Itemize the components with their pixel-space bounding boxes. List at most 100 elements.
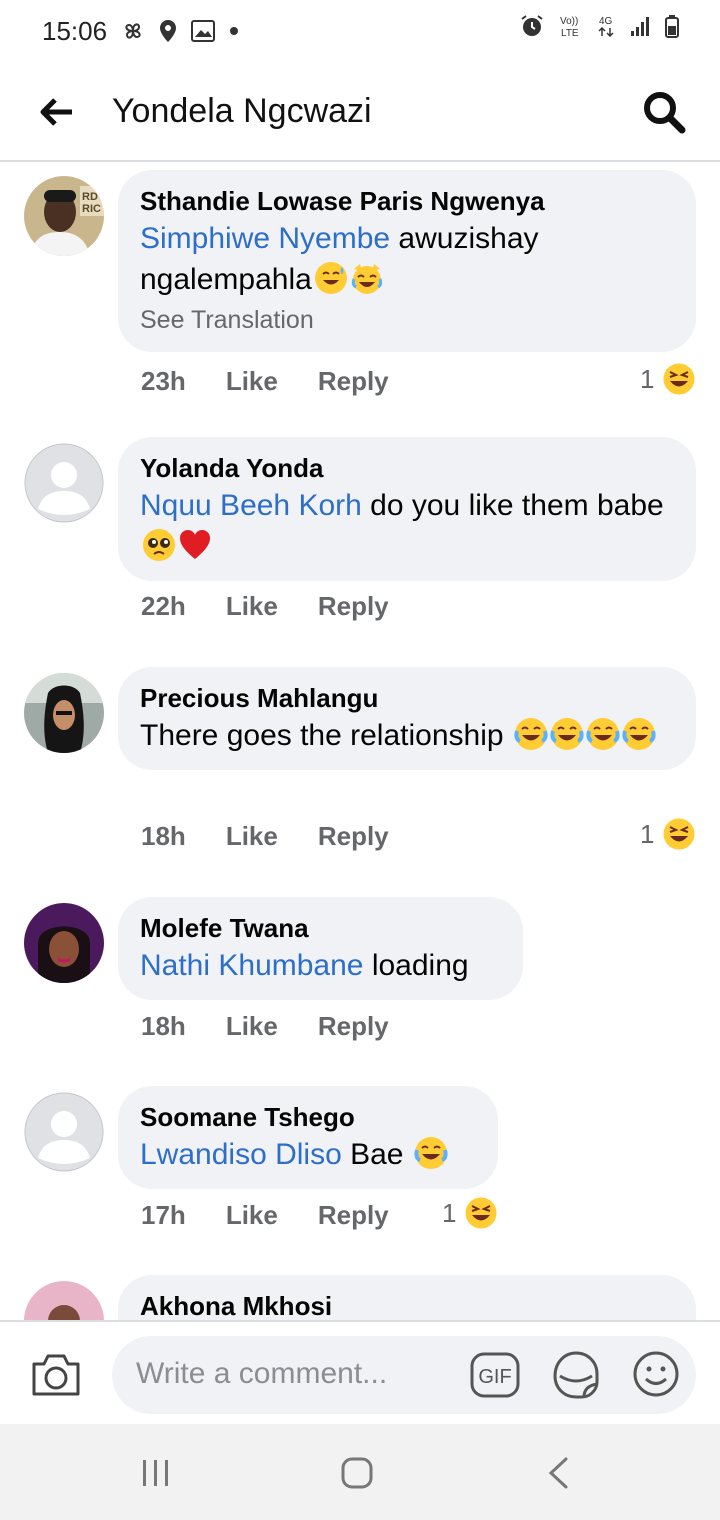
comment-text: Nathi Khumbane loading xyxy=(140,945,499,986)
like-button[interactable]: Like xyxy=(226,1011,278,1042)
pinwheel-icon xyxy=(125,23,141,39)
avatar[interactable] xyxy=(24,673,104,753)
svg-text:4G: 4G xyxy=(599,16,613,27)
mention-link[interactable]: Simphiwe Nyembe xyxy=(140,222,390,255)
comment-text: There goes the relationship xyxy=(140,715,672,756)
sticker-icon[interactable] xyxy=(552,1350,600,1400)
like-button[interactable]: Like xyxy=(226,591,278,622)
red-heart-emoji-icon xyxy=(180,530,210,559)
comment-body: Bae xyxy=(341,1138,412,1171)
status-bar: 15:06 Vo)) LTE 4G xyxy=(0,0,720,62)
comment-time: 17h xyxy=(141,1200,186,1230)
back-nav-icon[interactable] xyxy=(546,1456,570,1490)
alarm-icon xyxy=(521,15,543,36)
comment-actions: 23h Like Reply xyxy=(141,366,389,397)
comment-bubble[interactable]: Soomane Tshego Lwandiso Dliso Bae xyxy=(118,1086,498,1189)
comment-bubble[interactable]: Akhona Mkhosi xyxy=(118,1275,696,1320)
comment-bubble[interactable]: Precious Mahlangu There goes the relatio… xyxy=(118,667,696,770)
system-nav-bar xyxy=(0,1424,720,1520)
status-time: 15:06 xyxy=(42,15,108,46)
reaction-summary[interactable]: 1 xyxy=(442,1196,498,1230)
reply-button[interactable]: Reply xyxy=(318,1200,389,1231)
home-icon[interactable] xyxy=(340,1456,374,1490)
reaction-summary[interactable]: 1 xyxy=(640,362,696,396)
mention-link[interactable]: Lwandiso Dliso xyxy=(140,1138,342,1171)
comment-time: 18h xyxy=(141,1011,186,1041)
comment-body: There goes the relationship xyxy=(140,719,512,752)
comment-author[interactable]: Akhona Mkhosi xyxy=(140,1289,672,1320)
reaction-count: 1 xyxy=(442,1197,457,1228)
avatar[interactable] xyxy=(24,1281,104,1320)
comment-body: do you like them babe xyxy=(361,489,664,522)
haha-reaction-icon xyxy=(662,817,696,851)
app-header: Yondela Ngcwazi xyxy=(0,62,720,162)
haha-reaction-icon xyxy=(662,362,696,396)
dot-icon xyxy=(230,27,239,35)
comment-author[interactable]: Sthandie Lowase Paris Ngwenya xyxy=(140,184,672,218)
network-4g-icon: 4G xyxy=(598,16,614,38)
emoji-picker-icon[interactable] xyxy=(632,1350,680,1398)
pleading-face-emoji-icon xyxy=(143,529,175,561)
comments-list[interactable]: RD RIC Sthandie Lowase Paris Ngwenya Simp… xyxy=(0,164,720,1320)
like-button[interactable]: Like xyxy=(226,821,278,852)
comment-author[interactable]: Soomane Tshego xyxy=(140,1100,474,1134)
comment-author[interactable]: Yolanda Yonda xyxy=(140,451,672,485)
reply-button[interactable]: Reply xyxy=(318,366,389,397)
comment-bubble[interactable]: Molefe Twana Nathi Khumbane loading xyxy=(118,897,523,1000)
svg-text:LTE: LTE xyxy=(561,28,579,38)
like-button[interactable]: Like xyxy=(226,366,278,397)
svg-text:RD: RD xyxy=(82,191,98,203)
comment-time: 18h xyxy=(141,821,186,851)
avatar[interactable] xyxy=(24,903,104,983)
back-arrow-icon[interactable] xyxy=(38,94,74,130)
tears-of-joy-emoji-icon xyxy=(414,1137,448,1169)
comment-text: Lwandiso Dliso Bae xyxy=(140,1134,474,1175)
comment-time: 23h xyxy=(141,366,186,396)
comment-author[interactable]: Precious Mahlangu xyxy=(140,681,672,715)
tears-of-joy-emoji-icon xyxy=(550,718,584,750)
comment-actions: 17h Like Reply xyxy=(141,1200,389,1231)
reaction-summary[interactable]: 1 xyxy=(640,817,696,851)
signal-icon xyxy=(631,17,649,36)
comment-text: Nquu Beeh Korh do you like them babe xyxy=(140,485,672,567)
haha-reaction-icon xyxy=(464,1196,498,1230)
avatar[interactable] xyxy=(24,1092,104,1172)
mention-link[interactable]: Nathi Khumbane xyxy=(140,949,363,982)
gif-icon[interactable]: GIF xyxy=(470,1352,520,1398)
comment-author[interactable]: Molefe Twana xyxy=(140,911,499,945)
volte-icon: Vo))LTE xyxy=(560,16,579,38)
see-translation-link[interactable]: See Translation xyxy=(140,302,672,338)
recent-apps-icon[interactable] xyxy=(140,1458,172,1488)
location-icon xyxy=(160,20,177,42)
comment-actions: 22h Like Reply xyxy=(141,591,389,622)
camera-icon[interactable] xyxy=(30,1350,82,1398)
comment-actions: 18h Like Reply xyxy=(141,821,389,852)
like-button[interactable]: Like xyxy=(226,1200,278,1231)
tears-of-joy-emoji-icon xyxy=(622,718,656,750)
avatar[interactable]: RD RIC xyxy=(24,176,104,256)
battery-icon xyxy=(665,15,679,38)
page-title: Yondela Ngcwazi xyxy=(112,92,372,130)
tears-of-joy-emoji-icon xyxy=(586,718,620,750)
sweat-smile-emoji-icon xyxy=(314,262,347,294)
cat-joy-emoji-icon xyxy=(351,264,382,294)
reply-button[interactable]: Reply xyxy=(318,591,389,622)
reply-button[interactable]: Reply xyxy=(318,1011,389,1042)
comment-body: loading xyxy=(363,949,469,982)
comment-time: 22h xyxy=(141,591,186,621)
avatar[interactable] xyxy=(24,443,104,523)
tears-of-joy-emoji-icon xyxy=(514,718,548,750)
search-icon[interactable] xyxy=(642,90,686,134)
reaction-count: 1 xyxy=(640,818,655,849)
comment-input-placeholder: Write a comment... xyxy=(136,1357,388,1390)
reply-button[interactable]: Reply xyxy=(318,821,389,852)
svg-text:RIC: RIC xyxy=(82,203,101,215)
gif-label: GIF xyxy=(478,1366,511,1388)
comment-bubble[interactable]: Yolanda Yonda Nquu Beeh Korh do you like… xyxy=(118,437,696,581)
reaction-count: 1 xyxy=(640,363,655,394)
comment-input[interactable]: Write a comment... GIF xyxy=(112,1336,696,1414)
comment-bubble[interactable]: Sthandie Lowase Paris Ngwenya Simphiwe N… xyxy=(118,170,696,352)
svg-text:Vo)): Vo)) xyxy=(560,16,578,27)
mention-link[interactable]: Nquu Beeh Korh xyxy=(140,489,362,522)
comment-text: Simphiwe Nyembe awuzishay ngalempahla xyxy=(140,218,672,300)
